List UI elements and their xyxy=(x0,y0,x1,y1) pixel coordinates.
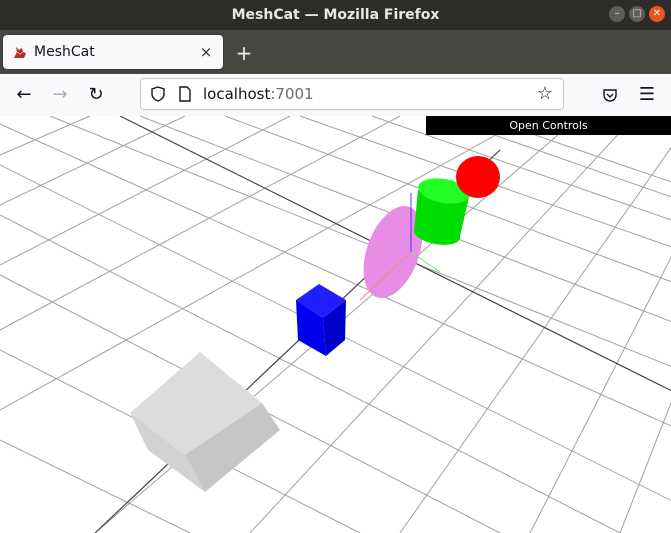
window-titlebar: MeshCat — Mozilla Firefox – □ ✕ xyxy=(0,0,671,30)
navigation-toolbar: ← → ↻ localhost:7001 ☆ ☰ xyxy=(0,74,671,117)
window-controls: – □ ✕ xyxy=(609,6,665,22)
gray-box[interactable] xyxy=(130,352,280,492)
tracking-shield-icon[interactable] xyxy=(150,86,166,102)
pocket-icon[interactable] xyxy=(602,87,618,103)
bookmark-star-icon[interactable]: ☆ xyxy=(533,82,557,106)
tab-meshcat[interactable]: MeshCat × xyxy=(3,35,223,69)
meshcat-viewport[interactable] xyxy=(0,116,671,533)
meshcat-cat-icon xyxy=(14,47,26,58)
address-bar[interactable]: localhost:7001 ☆ xyxy=(140,78,564,110)
tab-title: MeshCat xyxy=(34,44,95,60)
scene-canvas[interactable] xyxy=(0,116,671,533)
maximize-button[interactable]: □ xyxy=(629,6,645,22)
menu-button[interactable]: ☰ xyxy=(633,81,661,109)
back-button[interactable]: ← xyxy=(10,81,38,109)
window-title: MeshCat — Mozilla Firefox xyxy=(231,7,440,23)
minimize-button[interactable]: – xyxy=(609,6,625,22)
url-port: :7001 xyxy=(270,85,314,103)
close-window-button[interactable]: ✕ xyxy=(649,6,665,22)
red-sphere[interactable] xyxy=(456,156,500,198)
url-text: localhost:7001 xyxy=(203,79,314,109)
new-tab-button[interactable]: + xyxy=(232,41,256,65)
page-info-icon[interactable] xyxy=(178,86,192,102)
url-host: localhost xyxy=(203,85,271,103)
blue-box[interactable] xyxy=(296,284,346,356)
reload-button[interactable]: ↻ xyxy=(82,81,110,109)
open-controls-button[interactable]: Open Controls xyxy=(426,116,671,135)
tab-strip: MeshCat × + xyxy=(0,30,671,74)
forward-button[interactable]: → xyxy=(46,81,74,109)
tab-close-icon[interactable]: × xyxy=(197,43,215,61)
